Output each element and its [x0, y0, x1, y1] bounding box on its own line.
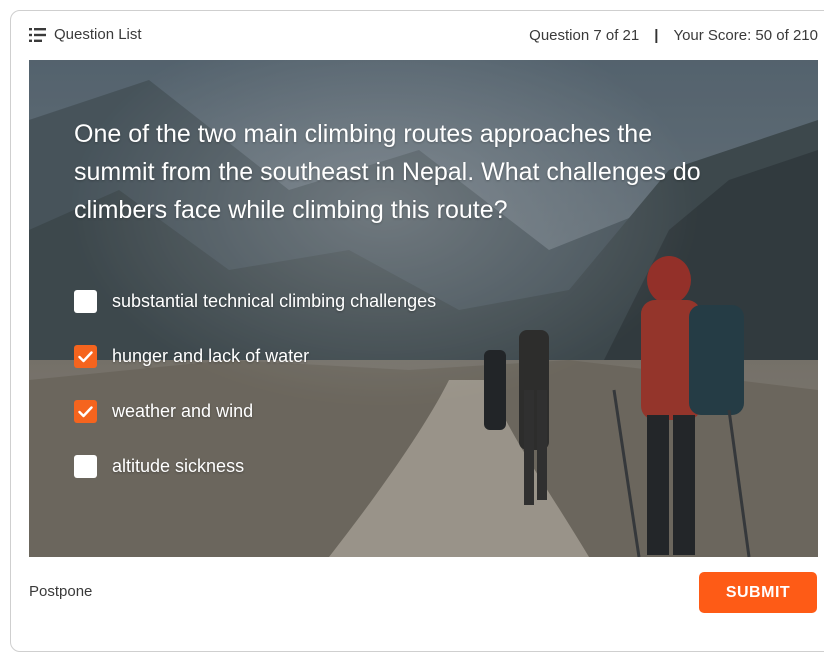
- separator: |: [654, 27, 659, 44]
- question-hero-image: One of the two main climbing routes appr…: [29, 60, 818, 557]
- list-icon: [29, 27, 46, 42]
- progress-info: Question 7 of 21 | Your Score: 50 of 210: [529, 27, 818, 44]
- score-text: Your Score: 50 of 210: [673, 27, 818, 44]
- option-item[interactable]: substantial technical climbing challenge…: [74, 274, 436, 329]
- option-item[interactable]: hunger and lack of water: [74, 329, 436, 384]
- option-item[interactable]: weather and wind: [74, 384, 436, 439]
- checkbox[interactable]: [74, 290, 97, 313]
- checkbox[interactable]: [74, 400, 97, 423]
- option-item[interactable]: altitude sickness: [74, 439, 436, 494]
- question-counter: Question 7 of 21: [529, 27, 640, 44]
- answer-options: substantial technical climbing challenge…: [74, 274, 436, 494]
- submit-button[interactable]: SUBMIT: [699, 572, 817, 613]
- checkmark-icon: [78, 350, 93, 362]
- option-label: substantial technical climbing challenge…: [112, 291, 437, 311]
- quiz-header: Question List Question 7 of 21 | Your Sc…: [0, 0, 824, 60]
- question-list-label: Question List: [54, 26, 142, 43]
- checkbox[interactable]: [74, 345, 97, 368]
- option-label: weather and wind: [112, 401, 254, 421]
- option-label: hunger and lack of water: [112, 346, 310, 366]
- option-label: altitude sickness: [112, 456, 245, 476]
- question-list-button[interactable]: Question List: [29, 26, 142, 43]
- checkbox[interactable]: [74, 455, 97, 478]
- postpone-link[interactable]: Postpone: [29, 583, 92, 600]
- checkmark-icon: [78, 405, 93, 417]
- question-text: One of the two main climbing routes appr…: [74, 120, 701, 224]
